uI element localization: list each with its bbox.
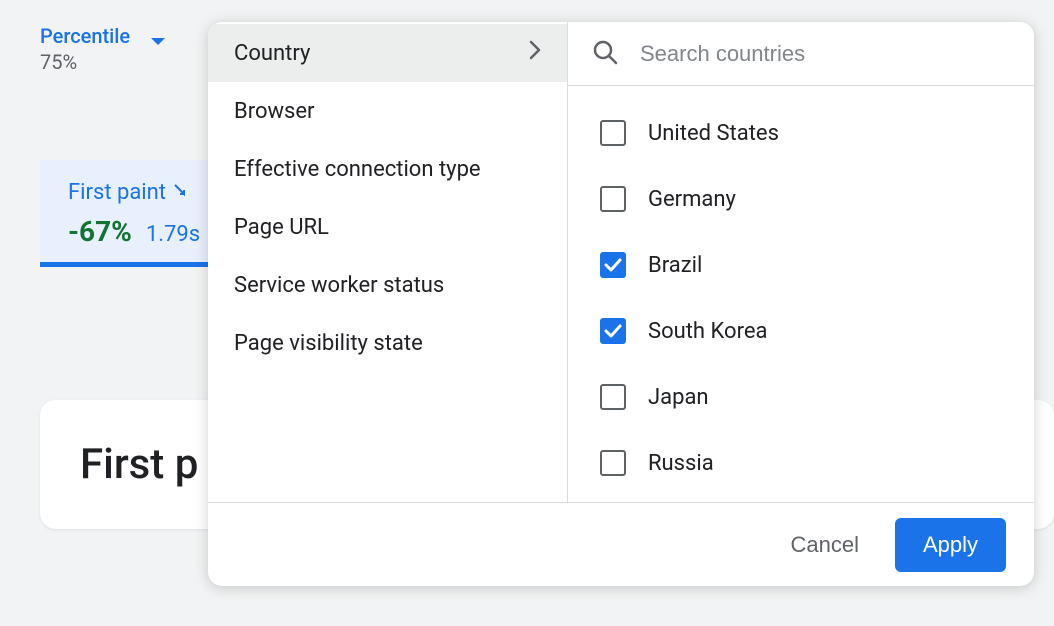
option-south-korea[interactable]: South Korea	[568, 298, 1034, 364]
checkbox-icon[interactable]	[600, 450, 626, 476]
trend-down-icon	[174, 183, 192, 202]
option-label: Russia	[648, 451, 714, 476]
filter-category-label: Page visibility state	[234, 331, 423, 356]
filter-footer: Cancel Apply	[208, 502, 1034, 586]
option-label: United States	[648, 121, 779, 146]
filter-category-label: Effective connection type	[234, 157, 481, 182]
apply-button[interactable]: Apply	[895, 518, 1006, 572]
option-label: South Korea	[648, 319, 767, 344]
filter-category-label: Service worker status	[234, 273, 444, 298]
metric-percent: -67%	[68, 215, 132, 248]
checkbox-icon[interactable]	[600, 186, 626, 212]
filter-category-label: Page URL	[234, 215, 329, 240]
metric-seconds: 1.79s	[146, 222, 200, 247]
filter-modal: Country Browser Effective connection typ…	[208, 22, 1034, 586]
percentile-label: Percentile	[40, 24, 130, 48]
checkbox-icon[interactable]	[600, 384, 626, 410]
search-icon	[592, 39, 618, 69]
checkbox-checked-icon[interactable]	[600, 252, 626, 278]
percentile-selector[interactable]: Percentile 75%	[40, 24, 166, 74]
percentile-value: 75%	[40, 50, 130, 74]
percentile-text: Percentile 75%	[40, 24, 130, 74]
option-label: Brazil	[648, 253, 702, 278]
filter-category-label: Country	[234, 41, 310, 66]
checkbox-icon[interactable]	[600, 120, 626, 146]
checkbox-checked-icon[interactable]	[600, 318, 626, 344]
filter-category-list: Country Browser Effective connection typ…	[208, 22, 568, 502]
filter-options-panel: United States Germany Brazil South Korea…	[568, 22, 1034, 502]
cancel-button[interactable]: Cancel	[782, 522, 866, 568]
option-russia[interactable]: Russia	[568, 430, 1034, 496]
filter-category-label: Browser	[234, 99, 315, 124]
filter-category-effective-connection-type[interactable]: Effective connection type	[208, 140, 567, 198]
filter-category-service-worker-status[interactable]: Service worker status	[208, 256, 567, 314]
detail-card-title: First p	[80, 440, 198, 489]
option-brazil[interactable]: Brazil	[568, 232, 1034, 298]
search-input[interactable]	[640, 41, 1010, 67]
filter-category-browser[interactable]: Browser	[208, 82, 567, 140]
option-germany[interactable]: Germany	[568, 166, 1034, 232]
filter-category-country[interactable]: Country	[208, 24, 567, 82]
option-japan[interactable]: Japan	[568, 364, 1034, 430]
options-list: United States Germany Brazil South Korea…	[568, 86, 1034, 502]
filter-category-page-url[interactable]: Page URL	[208, 198, 567, 256]
filter-body: Country Browser Effective connection typ…	[208, 22, 1034, 502]
search-row	[568, 22, 1034, 86]
filter-category-page-visibility-state[interactable]: Page visibility state	[208, 314, 567, 372]
option-label: Japan	[648, 385, 709, 410]
dropdown-arrow-icon	[150, 32, 166, 51]
chevron-right-icon	[529, 40, 541, 66]
option-label: Germany	[648, 187, 736, 212]
metric-title: First paint	[68, 180, 166, 205]
option-united-states[interactable]: United States	[568, 100, 1034, 166]
